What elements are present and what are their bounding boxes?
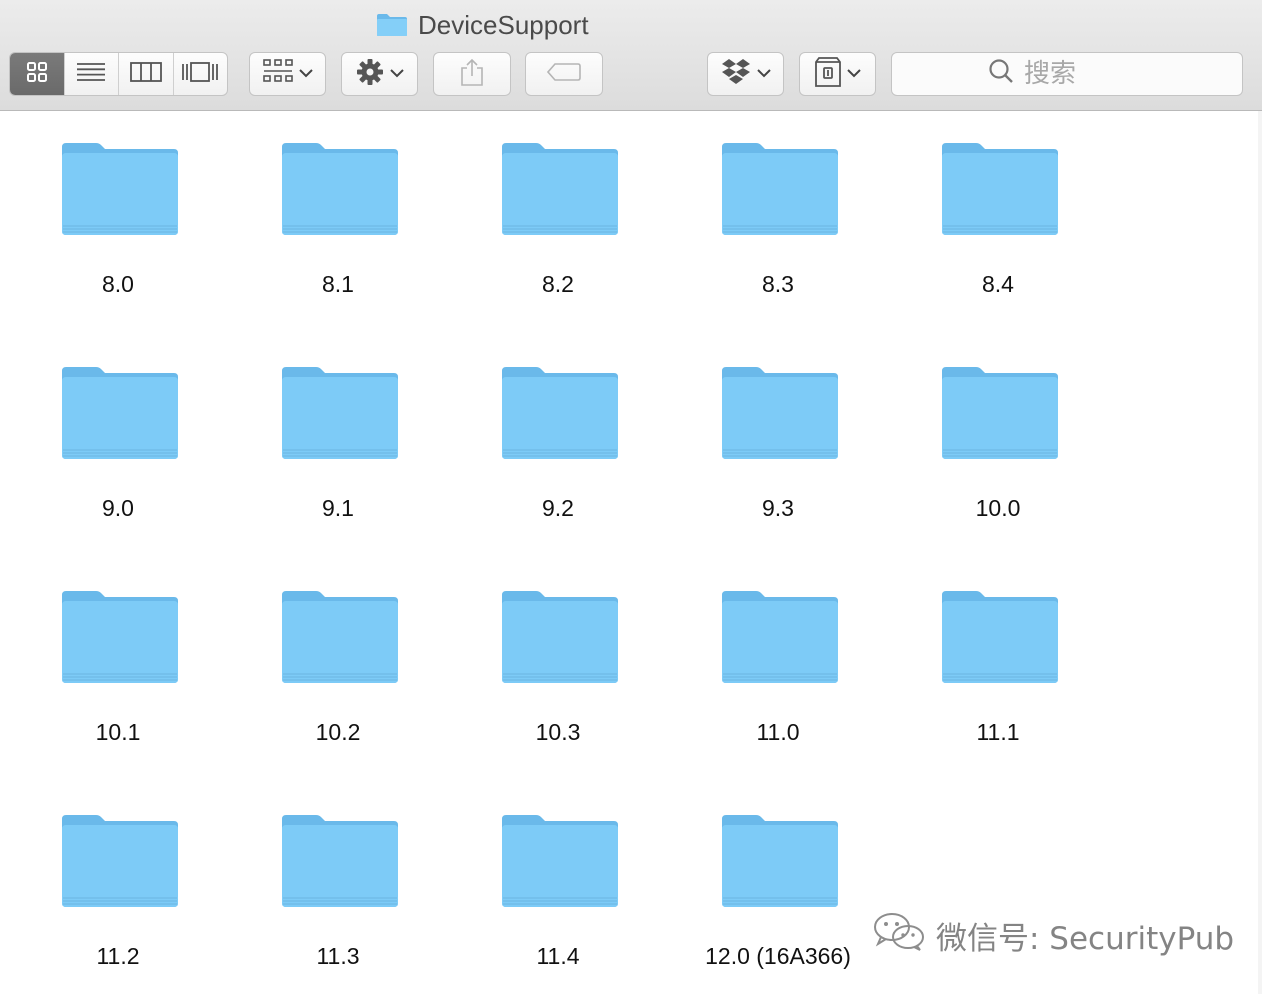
folder-label: 8.2 xyxy=(542,271,574,297)
chevron-down-icon xyxy=(298,65,313,83)
view-mode-control xyxy=(9,52,228,96)
list-view-button[interactable] xyxy=(65,53,119,95)
gear-icon xyxy=(356,58,384,91)
folder-icon[interactable] xyxy=(720,587,840,687)
folder-label: 8.1 xyxy=(322,271,354,297)
folder-icon[interactable] xyxy=(60,363,180,463)
folder-item[interactable]: 8.1 xyxy=(228,139,448,363)
share-icon xyxy=(460,58,484,91)
archive-icon xyxy=(814,56,841,92)
folder-item[interactable]: 10.1 xyxy=(8,587,228,811)
folder-label: 10.2 xyxy=(315,719,361,745)
share-button[interactable] xyxy=(433,52,511,96)
folder-label: 11.3 xyxy=(316,943,360,969)
folder-icon[interactable] xyxy=(280,587,400,687)
folder-item[interactable]: 9.1 xyxy=(228,363,448,587)
dropbox-button[interactable] xyxy=(707,52,784,96)
folder-label: 9.0 xyxy=(102,495,134,521)
toolbar: DeviceSupport xyxy=(0,0,1262,111)
folder-icon[interactable] xyxy=(500,587,620,687)
file-icon-grid-area: 8.0 8.1 8.2 8.3 8.4 9.0 9.1 9.2 9.3 10.0 10.1 10.2 1… xyxy=(0,111,1259,994)
folder-icon[interactable] xyxy=(940,587,1060,687)
folder-icon[interactable] xyxy=(280,363,400,463)
folder-icon[interactable] xyxy=(500,363,620,463)
scroll-edge xyxy=(1258,111,1262,994)
folder-item[interactable]: 11.0 xyxy=(668,587,888,811)
folder-icon[interactable] xyxy=(720,363,840,463)
chevron-down-icon xyxy=(756,65,771,83)
folder-icon[interactable] xyxy=(500,139,620,239)
group-by-button[interactable] xyxy=(249,52,326,96)
folder-label: 12.0 (16A366) xyxy=(705,943,851,969)
folder-label: 9.1 xyxy=(322,495,354,521)
folder-icon[interactable] xyxy=(60,139,180,239)
folder-label: 10.1 xyxy=(95,719,141,745)
list-icon xyxy=(76,62,106,87)
folder-icon[interactable] xyxy=(940,363,1060,463)
folder-label: 9.2 xyxy=(542,495,574,521)
folder-label: 8.3 xyxy=(762,271,794,297)
folder-label: 10.3 xyxy=(535,719,581,745)
cover-flow-icon xyxy=(181,61,219,87)
folder-icon[interactable] xyxy=(280,139,400,239)
search-icon xyxy=(988,58,1014,91)
folder-item[interactable]: 12.0 (16A366) xyxy=(668,811,888,994)
folder-label: 11.0 xyxy=(756,719,800,745)
wechat-icon xyxy=(872,911,926,959)
watermark: 微信号: SecurityPub xyxy=(872,912,1234,958)
folder-item[interactable]: 9.0 xyxy=(8,363,228,587)
folder-icon[interactable] xyxy=(720,811,840,911)
chevron-down-icon xyxy=(846,65,861,83)
folder-label: 10.0 xyxy=(975,495,1021,521)
action-button[interactable] xyxy=(341,52,418,96)
folder-icon[interactable] xyxy=(500,811,620,911)
folder-icon[interactable] xyxy=(60,811,180,911)
window-title: DeviceSupport xyxy=(376,8,589,42)
folder-item[interactable]: 11.1 xyxy=(888,587,1108,811)
column-view-button[interactable] xyxy=(119,53,174,95)
folder-item[interactable]: 10.3 xyxy=(448,587,668,811)
folder-label: 8.0 xyxy=(102,271,134,297)
folder-item[interactable]: 10.2 xyxy=(228,587,448,811)
archive-button[interactable] xyxy=(799,52,876,96)
tag-button[interactable] xyxy=(525,52,603,96)
window-title-text: DeviceSupport xyxy=(418,9,589,40)
folder-item[interactable]: 8.4 xyxy=(888,139,1108,363)
folder-grid: 8.0 8.1 8.2 8.3 8.4 9.0 9.1 9.2 9.3 10.0 10.1 10.2 1… xyxy=(8,139,1108,994)
folder-item[interactable]: 10.0 xyxy=(888,363,1108,587)
watermark-text: 微信号: SecurityPub xyxy=(936,920,1235,957)
chevron-down-icon xyxy=(389,65,404,83)
group-grid-icon xyxy=(262,58,293,90)
folder-icon[interactable] xyxy=(280,811,400,911)
folder-label: 11.4 xyxy=(536,943,580,969)
cover-flow-view-button[interactable] xyxy=(174,53,228,95)
finder-window: DeviceSupport 搜索 8.0 8.1 8.2 8.3 8.4 9.0… xyxy=(0,0,1262,994)
folder-item[interactable]: 9.3 xyxy=(668,363,888,587)
folder-item[interactable]: 11.4 xyxy=(448,811,668,994)
folder-icon[interactable] xyxy=(940,139,1060,239)
grid-icon xyxy=(26,61,48,88)
folder-label: 11.2 xyxy=(96,943,140,969)
folder-item[interactable]: 11.3 xyxy=(228,811,448,994)
folder-item[interactable]: 8.0 xyxy=(8,139,228,363)
dropbox-icon xyxy=(721,58,751,91)
folder-item[interactable]: 8.3 xyxy=(668,139,888,363)
folder-label: 11.1 xyxy=(976,719,1020,745)
search-field[interactable] xyxy=(891,52,1243,96)
folder-item[interactable]: 11.2 xyxy=(8,811,228,994)
folder-label: 8.4 xyxy=(982,271,1014,297)
icon-view-button[interactable] xyxy=(10,53,65,95)
folder-item[interactable]: 9.2 xyxy=(448,363,668,587)
search-input[interactable] xyxy=(1022,58,1146,90)
folder-icon[interactable] xyxy=(720,139,840,239)
folder-icon[interactable] xyxy=(60,587,180,687)
folder-icon xyxy=(376,13,408,37)
tag-icon xyxy=(546,62,581,86)
columns-icon xyxy=(129,61,162,87)
folder-label: 9.3 xyxy=(762,495,794,521)
folder-item[interactable]: 8.2 xyxy=(448,139,668,363)
